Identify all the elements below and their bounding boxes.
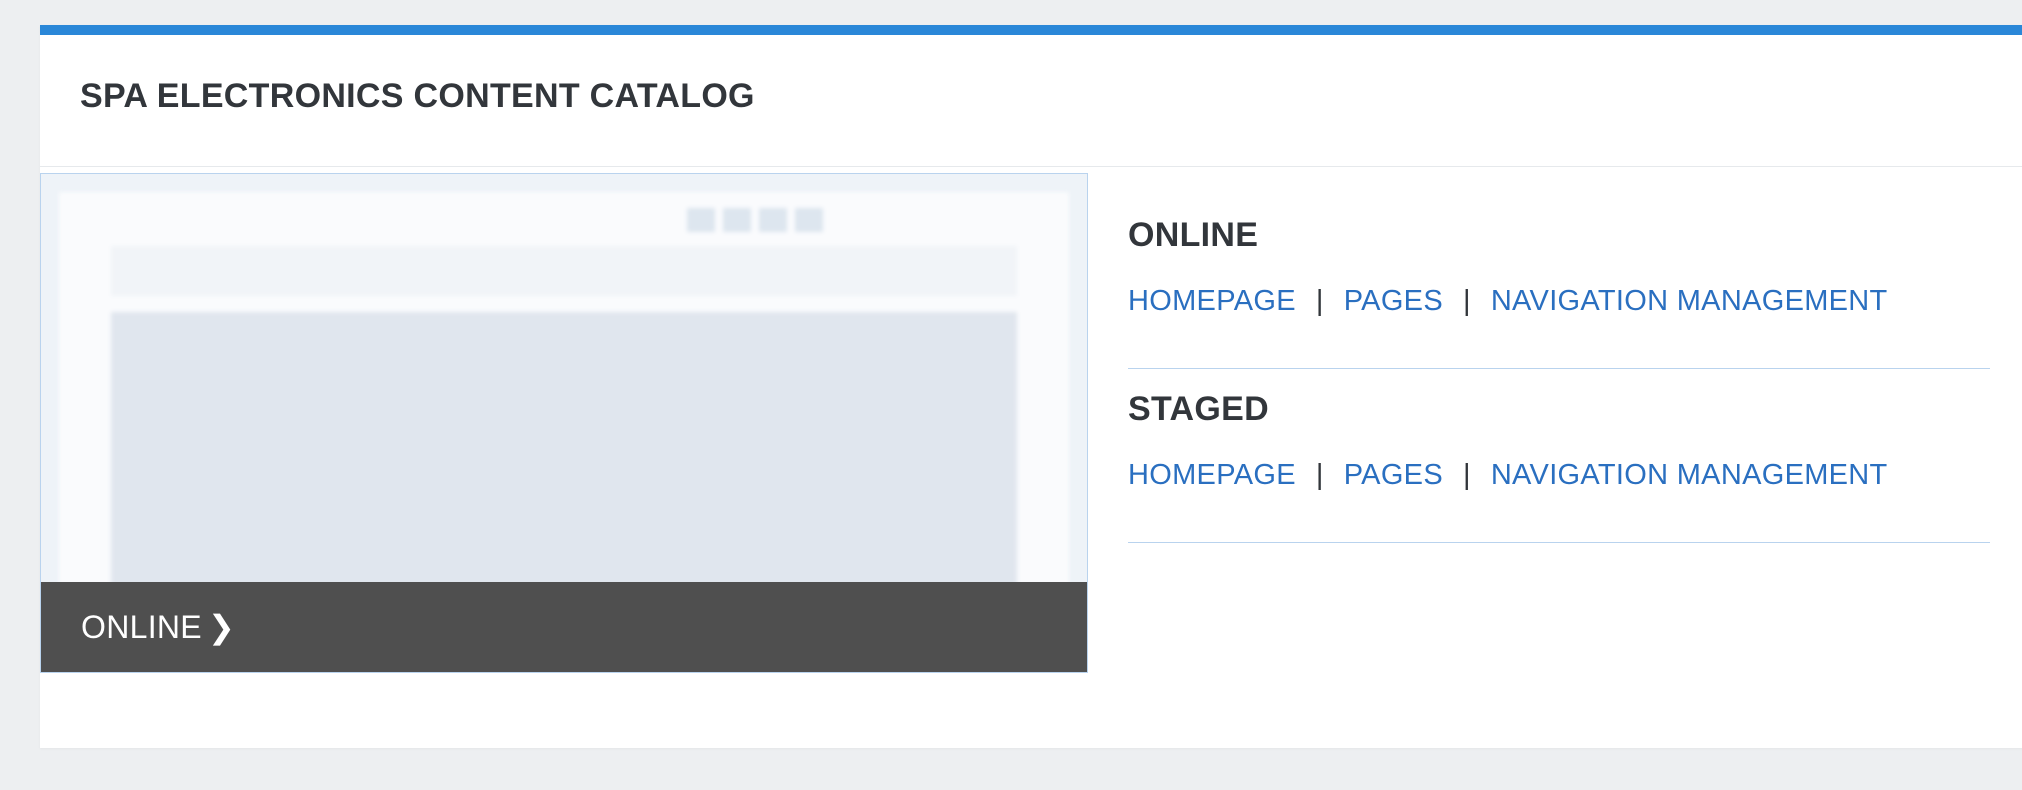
- catalog-preview-thumbnail[interactable]: ONLINE ❯: [40, 173, 1088, 673]
- version-links-staged: HOMEPAGE | PAGES | NAVIGATION MANAGEMENT: [1128, 459, 1990, 492]
- preview-caption-label: ONLINE: [81, 609, 202, 645]
- link-separator: |: [1462, 459, 1471, 491]
- chevron-right-icon: ❯: [207, 609, 236, 645]
- preview-caption-online[interactable]: ONLINE ❯: [41, 582, 1087, 672]
- preview-toolbar-square: [759, 208, 787, 232]
- preview-navbar-placeholder: [111, 246, 1017, 296]
- version-title-staged: STAGED: [1128, 390, 1269, 428]
- preview-toolbar-square: [795, 208, 823, 232]
- version-links-online: HOMEPAGE | PAGES | NAVIGATION MANAGEMENT: [1128, 285, 1990, 318]
- catalog-title: SPA ELECTRONICS CONTENT CATALOG: [80, 77, 755, 115]
- online-homepage-link[interactable]: HOMEPAGE: [1128, 285, 1296, 317]
- preview-toolbar-square: [687, 208, 715, 232]
- version-title-online: ONLINE: [1128, 216, 1259, 254]
- staged-navigation-management-link[interactable]: NAVIGATION MANAGEMENT: [1491, 459, 1888, 491]
- preview-page-placeholder: [59, 192, 1069, 612]
- link-separator: |: [1462, 285, 1471, 317]
- catalog-header: SPA ELECTRONICS CONTENT CATALOG: [40, 35, 2022, 167]
- staged-homepage-link[interactable]: HOMEPAGE: [1128, 459, 1296, 491]
- preview-toolbar-square: [723, 208, 751, 232]
- online-navigation-management-link[interactable]: NAVIGATION MANAGEMENT: [1491, 285, 1888, 317]
- staged-pages-link[interactable]: PAGES: [1344, 459, 1443, 491]
- link-separator: |: [1315, 285, 1324, 317]
- version-staged: STAGED HOMEPAGE | PAGES | NAVIGATION MANAGEM…: [1128, 390, 1990, 543]
- link-separator: |: [1315, 459, 1324, 491]
- online-pages-link[interactable]: PAGES: [1344, 285, 1443, 317]
- version-online: ONLINE HOMEPAGE | PAGES | NAVIGATION MANAGEM…: [1128, 216, 1990, 369]
- preview-content-placeholder: [111, 312, 1017, 612]
